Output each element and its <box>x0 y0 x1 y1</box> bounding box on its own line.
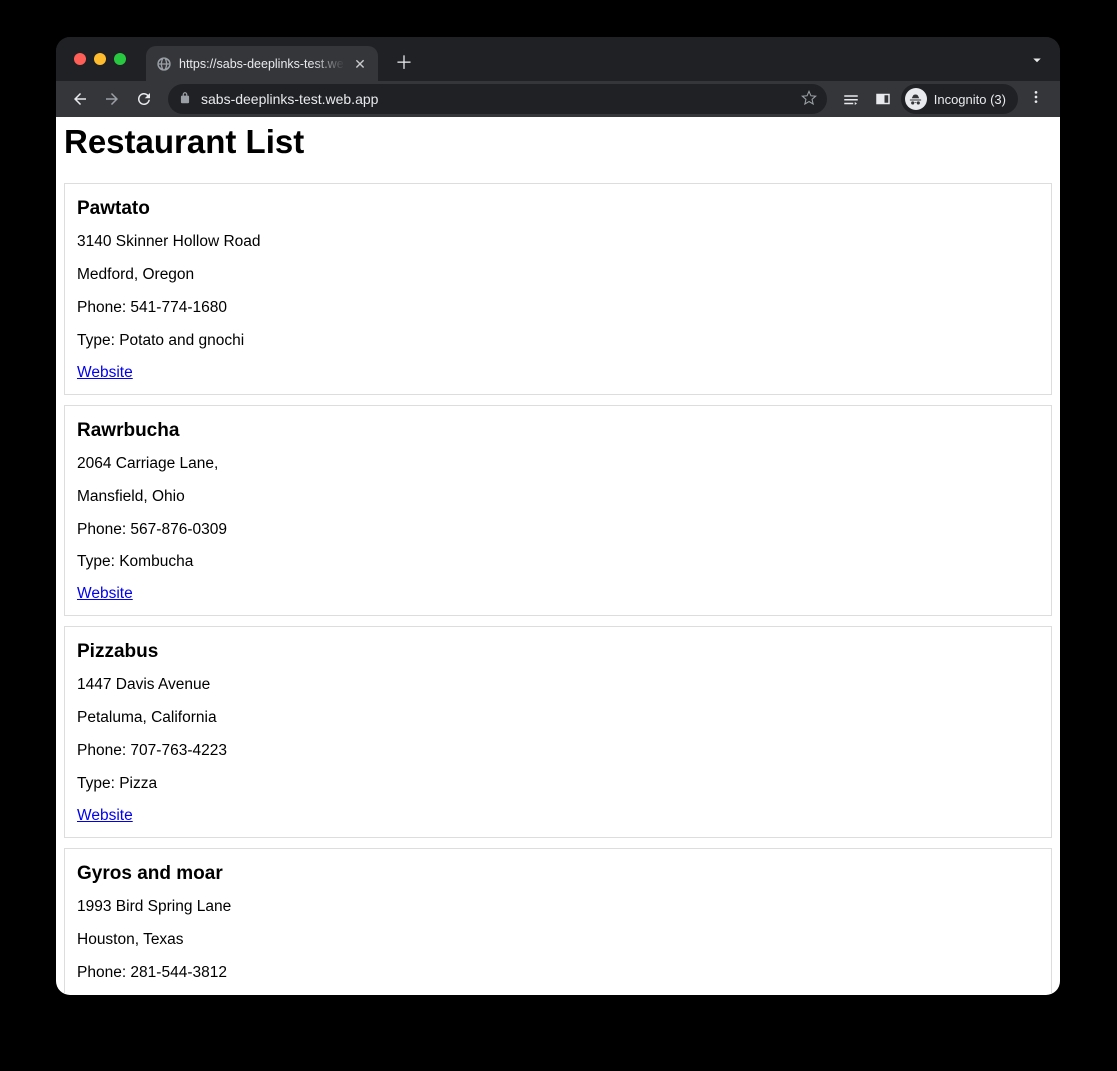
restaurant-website-link[interactable]: Website <box>77 807 133 825</box>
window-controls <box>74 53 126 65</box>
restaurant-card: Pawtato 3140 Skinner Hollow Road Medford, … <box>64 183 1052 395</box>
restaurant-city-state: Petaluma, California <box>77 708 1039 729</box>
restaurant-name: Pawtato <box>77 198 1039 220</box>
reload-button[interactable] <box>130 85 158 113</box>
window-maximize-button[interactable] <box>114 53 126 65</box>
restaurant-card: Rawrbucha 2064 Carriage Lane, Mansfield, O… <box>64 405 1052 617</box>
incognito-indicator[interactable]: Incognito (3) <box>901 84 1018 114</box>
restaurant-website-link[interactable]: Website <box>77 585 133 603</box>
restaurant-type: Type: Kombucha <box>77 552 1039 573</box>
restaurant-address: 1993 Bird Spring Lane <box>77 897 1039 918</box>
restaurant-address: 1447 Davis Avenue <box>77 675 1039 696</box>
restaurant-phone: Phone: 541-774-1680 <box>77 298 1039 319</box>
page-viewport: Restaurant List Pawtato 3140 Skinner Holl… <box>56 117 1060 995</box>
page-scroll-area[interactable]: Restaurant List Pawtato 3140 Skinner Holl… <box>56 117 1060 995</box>
browser-toolbar: sabs-deeplinks-test.web.app Incognito (3… <box>56 81 1060 117</box>
restaurant-phone: Phone: 707-763-4223 <box>77 741 1039 762</box>
tab-close-icon[interactable]: ✕ <box>352 57 368 71</box>
restaurant-city-state: Medford, Oregon <box>77 265 1039 286</box>
restaurant-address: 2064 Carriage Lane, <box>77 454 1039 475</box>
back-button[interactable] <box>66 85 94 113</box>
page-title: Restaurant List <box>64 123 1052 161</box>
restaurant-name: Rawrbucha <box>77 420 1039 442</box>
browser-menu-button[interactable] <box>1022 89 1050 110</box>
window-close-button[interactable] <box>74 53 86 65</box>
address-bar[interactable]: sabs-deeplinks-test.web.app <box>168 84 827 114</box>
restaurant-city-state: Houston, Texas <box>77 930 1039 951</box>
new-tab-button[interactable]: ＋ <box>390 48 418 76</box>
restaurant-address: 3140 Skinner Hollow Road <box>77 232 1039 253</box>
browser-titlebar: https://sabs-deeplinks-test.we ✕ ＋ <box>56 37 1060 81</box>
restaurant-phone: Phone: 281-544-3812 <box>77 963 1039 984</box>
restaurant-card: Pizzabus 1447 Davis Avenue Petaluma, Calif… <box>64 626 1052 838</box>
restaurant-list: Pawtato 3140 Skinner Hollow Road Medford, … <box>64 183 1052 995</box>
restaurant-name: Gyros and moar <box>77 863 1039 885</box>
tab-title: https://sabs-deeplinks-test.we <box>179 57 345 71</box>
restaurant-city-state: Mansfield, Ohio <box>77 487 1039 508</box>
bookmark-star-icon[interactable] <box>801 90 817 109</box>
incognito-icon <box>905 88 927 110</box>
browser-tab[interactable]: https://sabs-deeplinks-test.we ✕ <box>146 46 378 81</box>
restaurant-website-link[interactable]: Website <box>77 364 133 382</box>
tabs-dropdown-icon[interactable] <box>1028 51 1046 74</box>
globe-icon <box>156 56 172 72</box>
restaurant-name: Pizzabus <box>77 641 1039 663</box>
window-minimize-button[interactable] <box>94 53 106 65</box>
lock-icon <box>178 91 192 108</box>
incognito-label: Incognito (3) <box>934 92 1006 107</box>
restaurant-phone: Phone: 567-876-0309 <box>77 520 1039 541</box>
forward-button[interactable] <box>98 85 126 113</box>
restaurant-type: Type: Pizza <box>77 774 1039 795</box>
address-text: sabs-deeplinks-test.web.app <box>201 91 792 107</box>
media-control-icon[interactable] <box>837 85 865 113</box>
side-panel-icon[interactable] <box>869 85 897 113</box>
restaurant-type: Type: Potato and gnochi <box>77 331 1039 352</box>
restaurant-card: Gyros and moar 1993 Bird Spring Lane Houst… <box>64 848 1052 995</box>
browser-window: https://sabs-deeplinks-test.we ✕ ＋ sabs-… <box>56 37 1060 995</box>
